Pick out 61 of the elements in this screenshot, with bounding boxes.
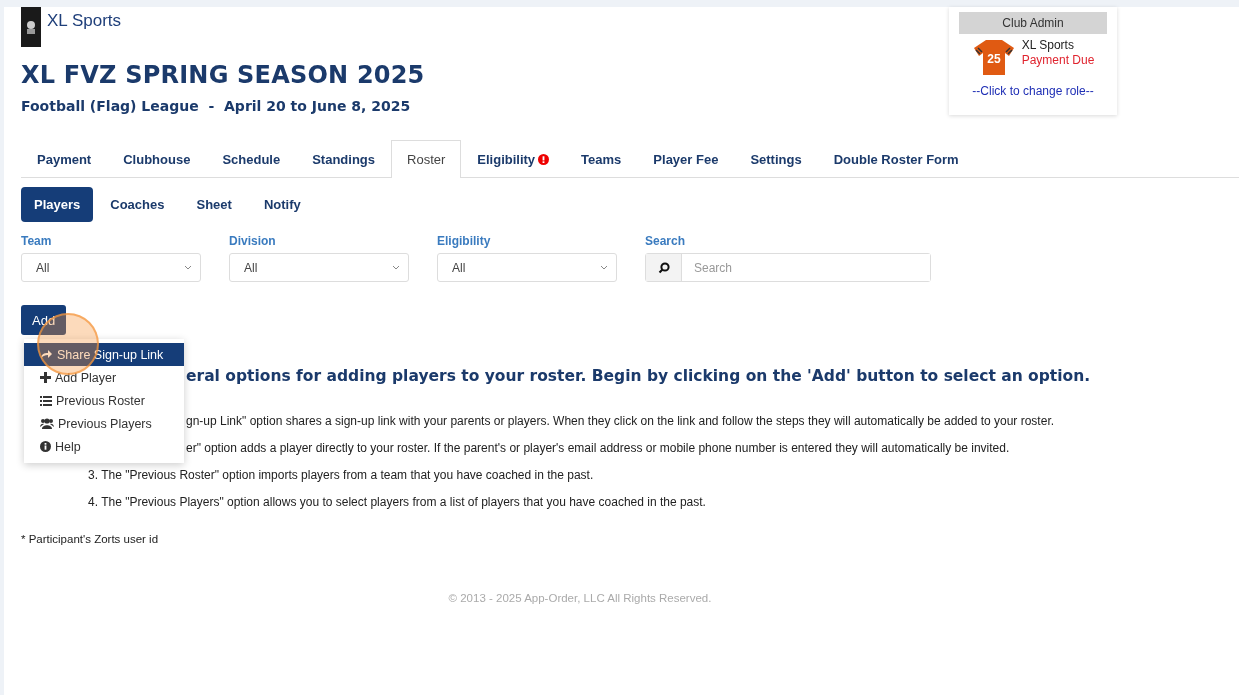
change-role-link[interactable]: --Click to change role-- [972, 84, 1094, 98]
payment-status: Payment Due [1021, 53, 1095, 68]
tab-label: Player Fee [653, 152, 719, 167]
sub-tab[interactable]: Coaches [95, 187, 180, 222]
tab-label: Clubhouse [123, 152, 191, 167]
tab-label: Teams [581, 152, 622, 167]
menu-item[interactable]: Previous Players [24, 412, 184, 435]
option-description: 4. The "Previous Players" option allows you to select players from a list of players that you have coached in the past. [88, 495, 706, 511]
tab-label: Double Roster Form [833, 152, 959, 167]
nav-tab[interactable]: Standings [296, 140, 391, 178]
tab-label: Roster [407, 152, 446, 167]
filter-label: Search [645, 234, 687, 248]
filter-label: Team [21, 234, 53, 248]
nav-tab[interactable]: Settings [734, 140, 818, 178]
filter-label: Eligibility [437, 234, 492, 248]
org-name: XL Sports [47, 11, 122, 31]
club-logo-icon [21, 7, 41, 47]
option-description: gn-up Link" option shares a sign-up link with your parents or players. When they click on the link and follow the steps they will automatically be added to your roster. [186, 414, 1055, 430]
tab-label: Schedule [222, 152, 281, 167]
plus-icon [40, 372, 51, 383]
season-title: XL FVZ SPRING SEASON 2025 [21, 61, 425, 89]
season-subtitle: Football (Flag) League - April 20 to June 8, 2025 [21, 98, 412, 114]
info-icon [40, 441, 51, 452]
nav-tab[interactable]: Teams [565, 140, 638, 178]
users-icon [40, 418, 54, 429]
search-field[interactable]: Search [645, 253, 931, 282]
role-title: Club Admin [959, 12, 1107, 34]
tab-label: Payment [37, 152, 92, 167]
copyright: © 2013 - 2025 App-Order, LLC All Rights Reserved. [448, 592, 712, 604]
filter-label: Division [229, 234, 277, 248]
tab-label: Standings [312, 152, 375, 167]
nav-tab[interactable]: Double Roster Form [817, 140, 975, 178]
jersey-icon: 25 [971, 38, 1016, 76]
nav-tab[interactable]: Eligibility [461, 140, 566, 178]
footnote: * Participant's Zorts user id [21, 533, 160, 545]
chevron-icon [392, 265, 400, 270]
chevron-icon [600, 265, 608, 270]
chevron-icon [184, 265, 192, 270]
filter-select[interactable]: All [21, 253, 201, 282]
role-org: XL Sports [1021, 38, 1074, 53]
nav-tab[interactable]: Player Fee [637, 140, 735, 178]
nav-tab[interactable]: Payment [21, 140, 108, 178]
instructions-heading: eral options for adding players to your roster. Begin by clicking on the 'Add' button to select an option. [186, 367, 1091, 385]
filter-select[interactable]: All [229, 253, 409, 282]
search-icon [657, 261, 670, 274]
menu-item[interactable]: Previous Roster [24, 389, 184, 412]
sub-tab[interactable]: Sheet [181, 187, 247, 222]
nav-tab[interactable]: Roster [391, 140, 462, 178]
filter-select[interactable]: All [437, 253, 617, 282]
list-icon [40, 395, 52, 406]
tab-label: Eligibility [477, 152, 536, 167]
menu-item[interactable]: Add Player [24, 366, 184, 389]
menu-item[interactable]: Help [24, 435, 184, 458]
option-description: er" option adds a player directly to your roster. If the parent's or player's email address or mobile phone number is entered they will automatically be invited. [186, 441, 1010, 457]
option-description: 3. The "Previous Roster" option imports players from a team that you have coached in the past. [88, 468, 594, 484]
sub-tab[interactable]: Notify [248, 187, 316, 222]
sub-tab[interactable]: Players [21, 187, 94, 222]
share-icon [40, 349, 53, 360]
tab-label: Settings [750, 152, 802, 167]
nav-tab[interactable]: Clubhouse [107, 140, 207, 178]
nav-tab[interactable]: Schedule [206, 140, 297, 178]
